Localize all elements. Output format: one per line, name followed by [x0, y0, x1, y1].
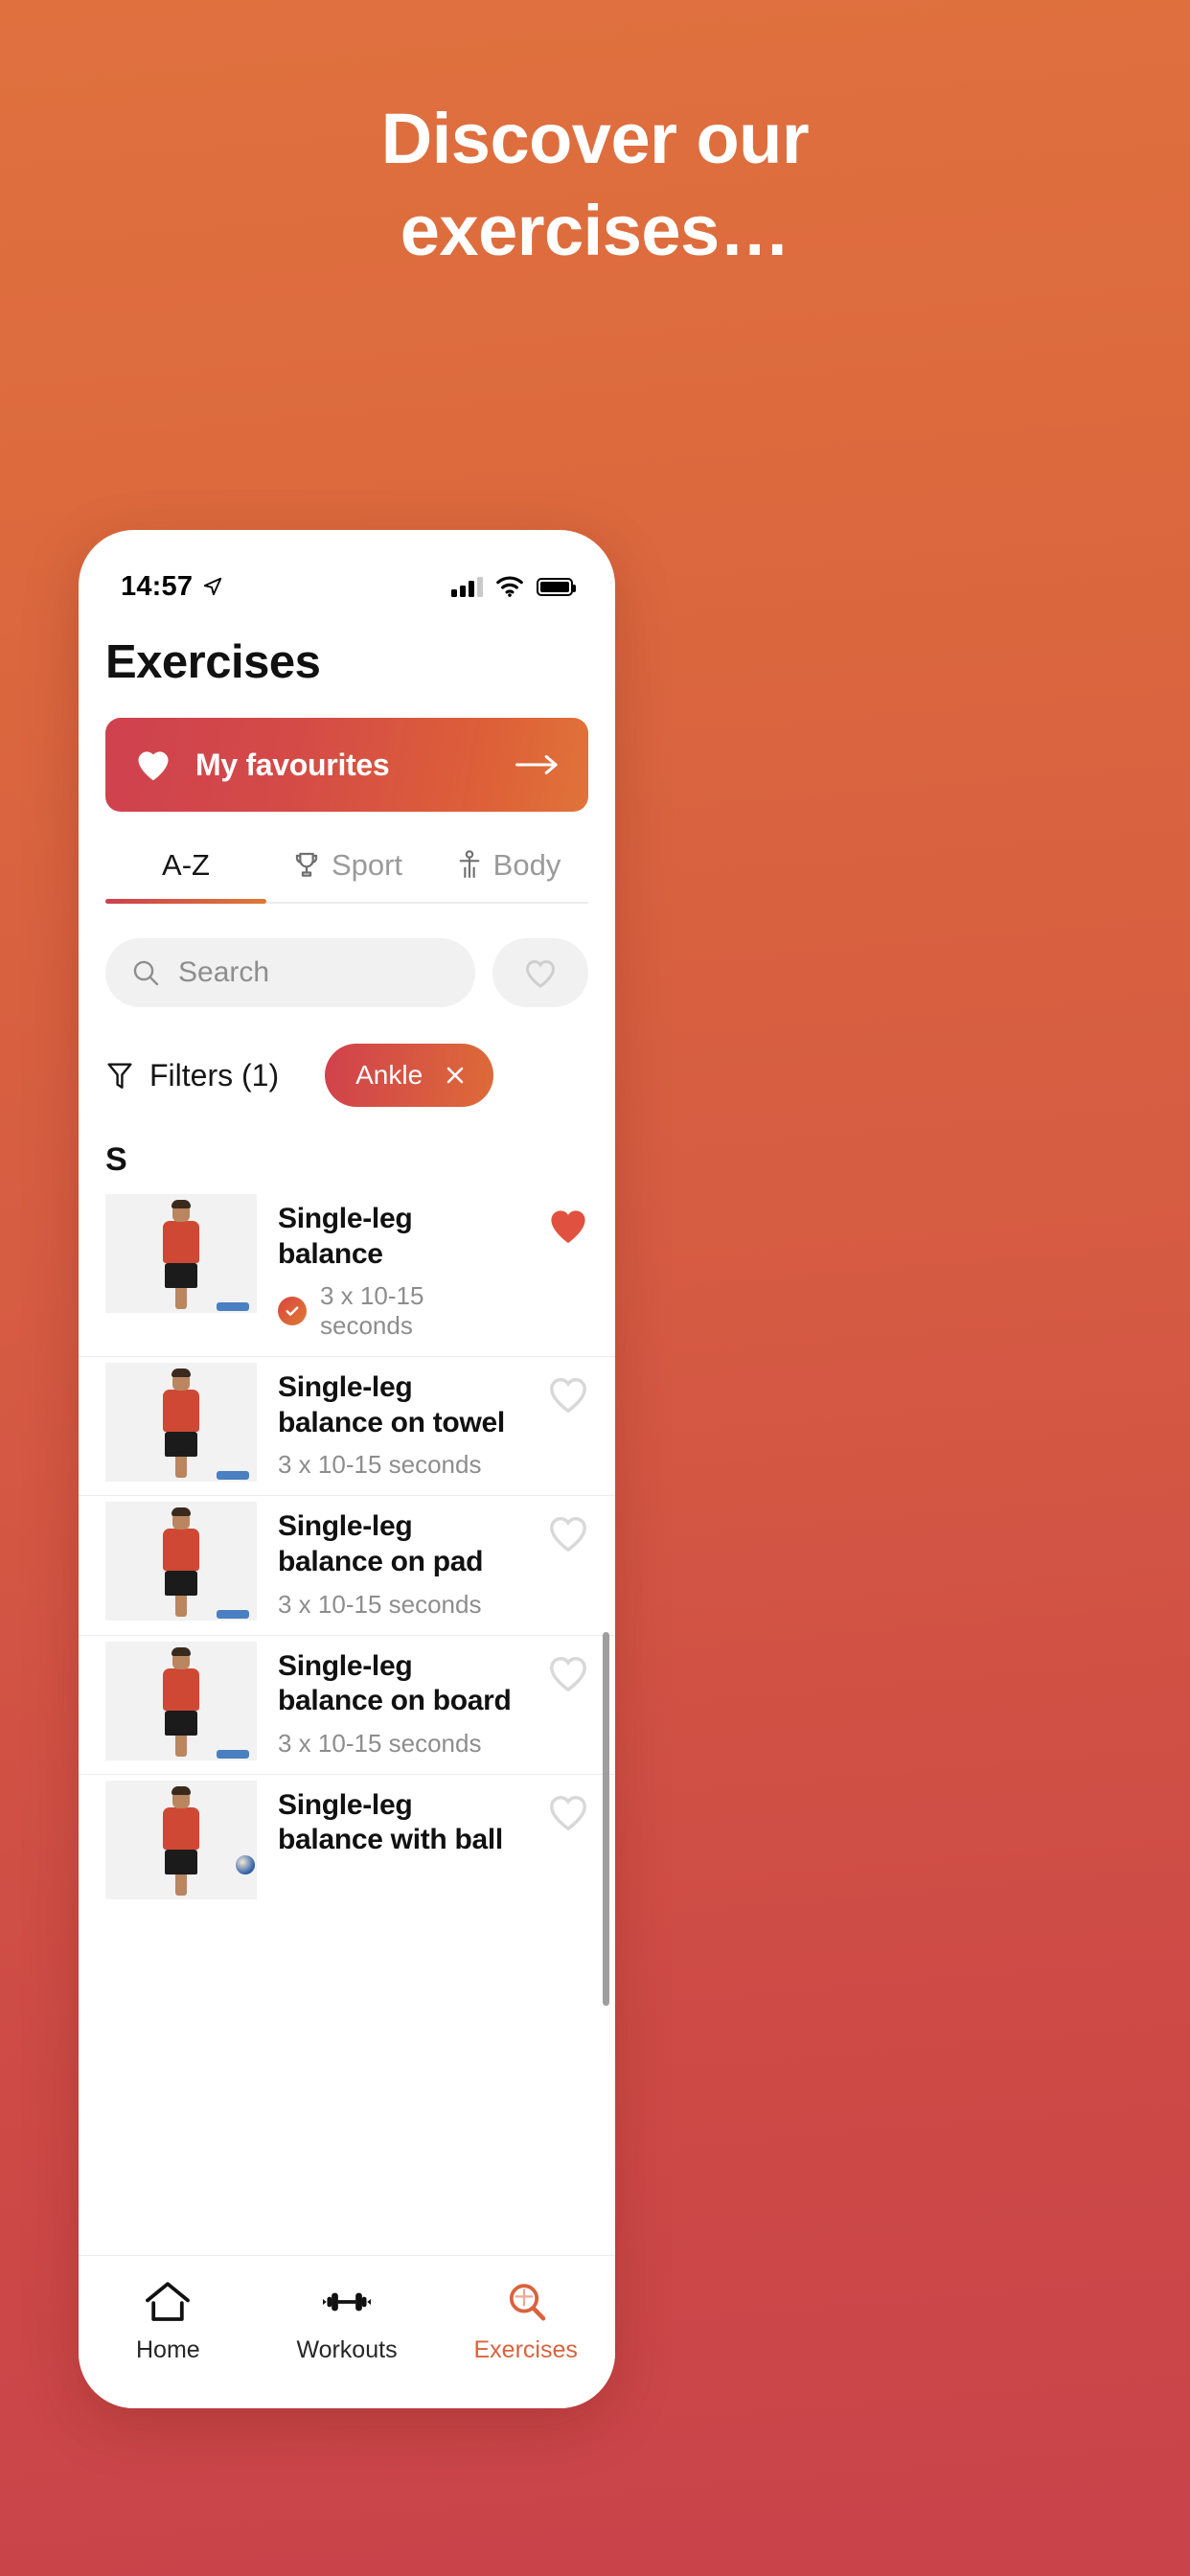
favourite-toggle[interactable]: [542, 1636, 594, 1693]
search-placeholder: Search: [178, 956, 270, 988]
exercise-list: Single-leg balance 3 x 10-15 seconds Sin…: [79, 1188, 615, 1900]
list-item-text: Single-leg balance on pad 3 x 10-15 seco…: [278, 1496, 521, 1634]
favourite-toggle[interactable]: [542, 1775, 594, 1832]
exercise-title: Single-leg balance on board: [278, 1649, 512, 1717]
category-tabs: A-Z Sport Body: [105, 837, 588, 904]
favourites-filter-toggle[interactable]: [492, 938, 588, 1007]
exercise-title: Single-leg balance with ball: [278, 1788, 503, 1856]
exercise-subtitle-row: 3 x 10-15 seconds: [278, 1281, 521, 1341]
status-bar: 14:57: [79, 530, 615, 618]
heart-filled-icon: [138, 751, 169, 781]
nav-item-workouts[interactable]: Workouts: [258, 2279, 437, 2364]
tab-a-z[interactable]: A-Z: [105, 837, 266, 904]
search-input[interactable]: Search: [105, 938, 475, 1007]
bottom-navigation: Home Workouts Exercises: [79, 2255, 615, 2408]
nav-item-home[interactable]: Home: [79, 2279, 258, 2364]
list-item-text: Single-leg balance on towel 3 x 10-15 se…: [278, 1357, 521, 1495]
favourite-toggle[interactable]: [542, 1357, 594, 1414]
list-item[interactable]: Single-leg balance on board 3 x 10-15 se…: [79, 1634, 615, 1774]
trophy-icon: [295, 852, 318, 877]
section-letter: S: [105, 1141, 127, 1178]
exercise-title: Single-leg balance on towel: [278, 1371, 505, 1438]
scrollbar[interactable]: [603, 1632, 609, 2006]
favourite-toggle[interactable]: [542, 1496, 594, 1553]
exercise-thumbnail: [105, 1641, 257, 1760]
list-item-text: Single-leg balance on board 3 x 10-15 se…: [278, 1636, 521, 1774]
filters-label: Filters (1): [149, 1057, 280, 1092]
location-arrow-icon: [204, 577, 222, 596]
exercise-subtitle: 3 x 10-15 seconds: [278, 1589, 482, 1619]
heart-filled-icon: [551, 1210, 585, 1244]
heart-outline-icon: [550, 1795, 586, 1831]
exercise-thumbnail: [105, 1194, 257, 1313]
list-item[interactable]: Single-leg balance with ball: [79, 1773, 615, 1900]
exercise-thumbnail: [105, 1363, 257, 1483]
cellular-signal-icon: [451, 576, 483, 597]
nav-item-exercises[interactable]: Exercises: [436, 2279, 615, 2364]
nav-item-home-label: Home: [135, 2336, 200, 2363]
tab-sport-label: Sport: [331, 848, 403, 882]
heart-outline-icon: [550, 1517, 586, 1552]
hero-heading-line-1: Discover our: [380, 99, 810, 178]
funnel-icon: [107, 1063, 132, 1089]
exercise-thumbnail: [105, 1502, 257, 1622]
status-bar-time: 14:57: [121, 570, 194, 602]
nav-item-exercises-label: Exercises: [473, 2336, 578, 2363]
exercise-subtitle: 3 x 10-15 seconds: [320, 1281, 424, 1341]
page-title: Exercises: [105, 636, 321, 688]
list-item[interactable]: Single-leg balance 3 x 10-15 seconds: [79, 1188, 615, 1356]
exercise-subtitle: 3 x 10-15 seconds: [278, 1450, 482, 1480]
hero-heading-line-2: exercises…: [400, 191, 790, 270]
exercise-thumbnail: [105, 1780, 257, 1899]
heart-outline-icon: [550, 1656, 586, 1691]
arrow-right-icon: [515, 755, 558, 774]
tab-a-z-label: A-Z: [162, 848, 210, 882]
list-item-text: Single-leg balance 3 x 10-15 seconds: [278, 1188, 521, 1356]
favourite-toggle[interactable]: [542, 1188, 594, 1246]
search-row: Search: [105, 938, 588, 1007]
tab-body[interactable]: Body: [427, 837, 588, 902]
tab-body-label: Body: [492, 848, 561, 882]
list-item-text: Single-leg balance with ball: [278, 1775, 521, 1874]
filters-button[interactable]: Filters (1): [105, 1058, 279, 1093]
exercise-title: Single-leg balance: [278, 1203, 413, 1270]
dumbbell-icon: [322, 2292, 372, 2312]
phone-mockup: 14:57 Exercises My favourites A-Z Sport …: [79, 530, 615, 2408]
exercise-subtitle: 3 x 10-15 seconds: [278, 1728, 482, 1758]
filters-row: Filters (1) Ankle: [105, 1044, 588, 1107]
list-item[interactable]: Single-leg balance on pad 3 x 10-15 seco…: [79, 1495, 615, 1634]
home-icon: [146, 2282, 191, 2321]
hero-heading: Discover our exercises…: [0, 104, 1190, 266]
body-icon: [459, 850, 480, 879]
completed-check-icon: [278, 1297, 307, 1326]
tab-sport[interactable]: Sport: [266, 837, 427, 902]
wifi-icon: [496, 576, 523, 597]
app-screen: Exercises My favourites A-Z Sport Body S…: [79, 635, 615, 2408]
list-fade-mask: [79, 2228, 615, 2255]
exercise-subtitle-row: 3 x 10-15 seconds: [278, 1590, 521, 1620]
nav-item-workouts-label: Workouts: [296, 2336, 398, 2363]
search-icon: [133, 960, 159, 986]
battery-full-icon: [537, 577, 576, 596]
filter-chip-label: Ankle: [355, 1060, 423, 1090]
my-favourites-banner[interactable]: My favourites: [105, 718, 588, 812]
magnifier-icon: [509, 2284, 545, 2321]
heart-outline-icon: [550, 1378, 586, 1414]
heart-outline-icon: [526, 959, 555, 988]
exercise-subtitle-row: 3 x 10-15 seconds: [278, 1729, 521, 1759]
exercise-subtitle-row: 3 x 10-15 seconds: [278, 1450, 521, 1480]
close-icon[interactable]: [442, 1062, 469, 1089]
status-bar-left: 14:57: [121, 571, 223, 603]
list-item[interactable]: Single-leg balance on towel 3 x 10-15 se…: [79, 1356, 615, 1495]
status-bar-right: [451, 576, 576, 597]
exercise-title: Single-leg balance on pad: [278, 1510, 484, 1577]
my-favourites-label: My favourites: [195, 747, 390, 782]
filter-chip-ankle[interactable]: Ankle: [325, 1044, 494, 1107]
